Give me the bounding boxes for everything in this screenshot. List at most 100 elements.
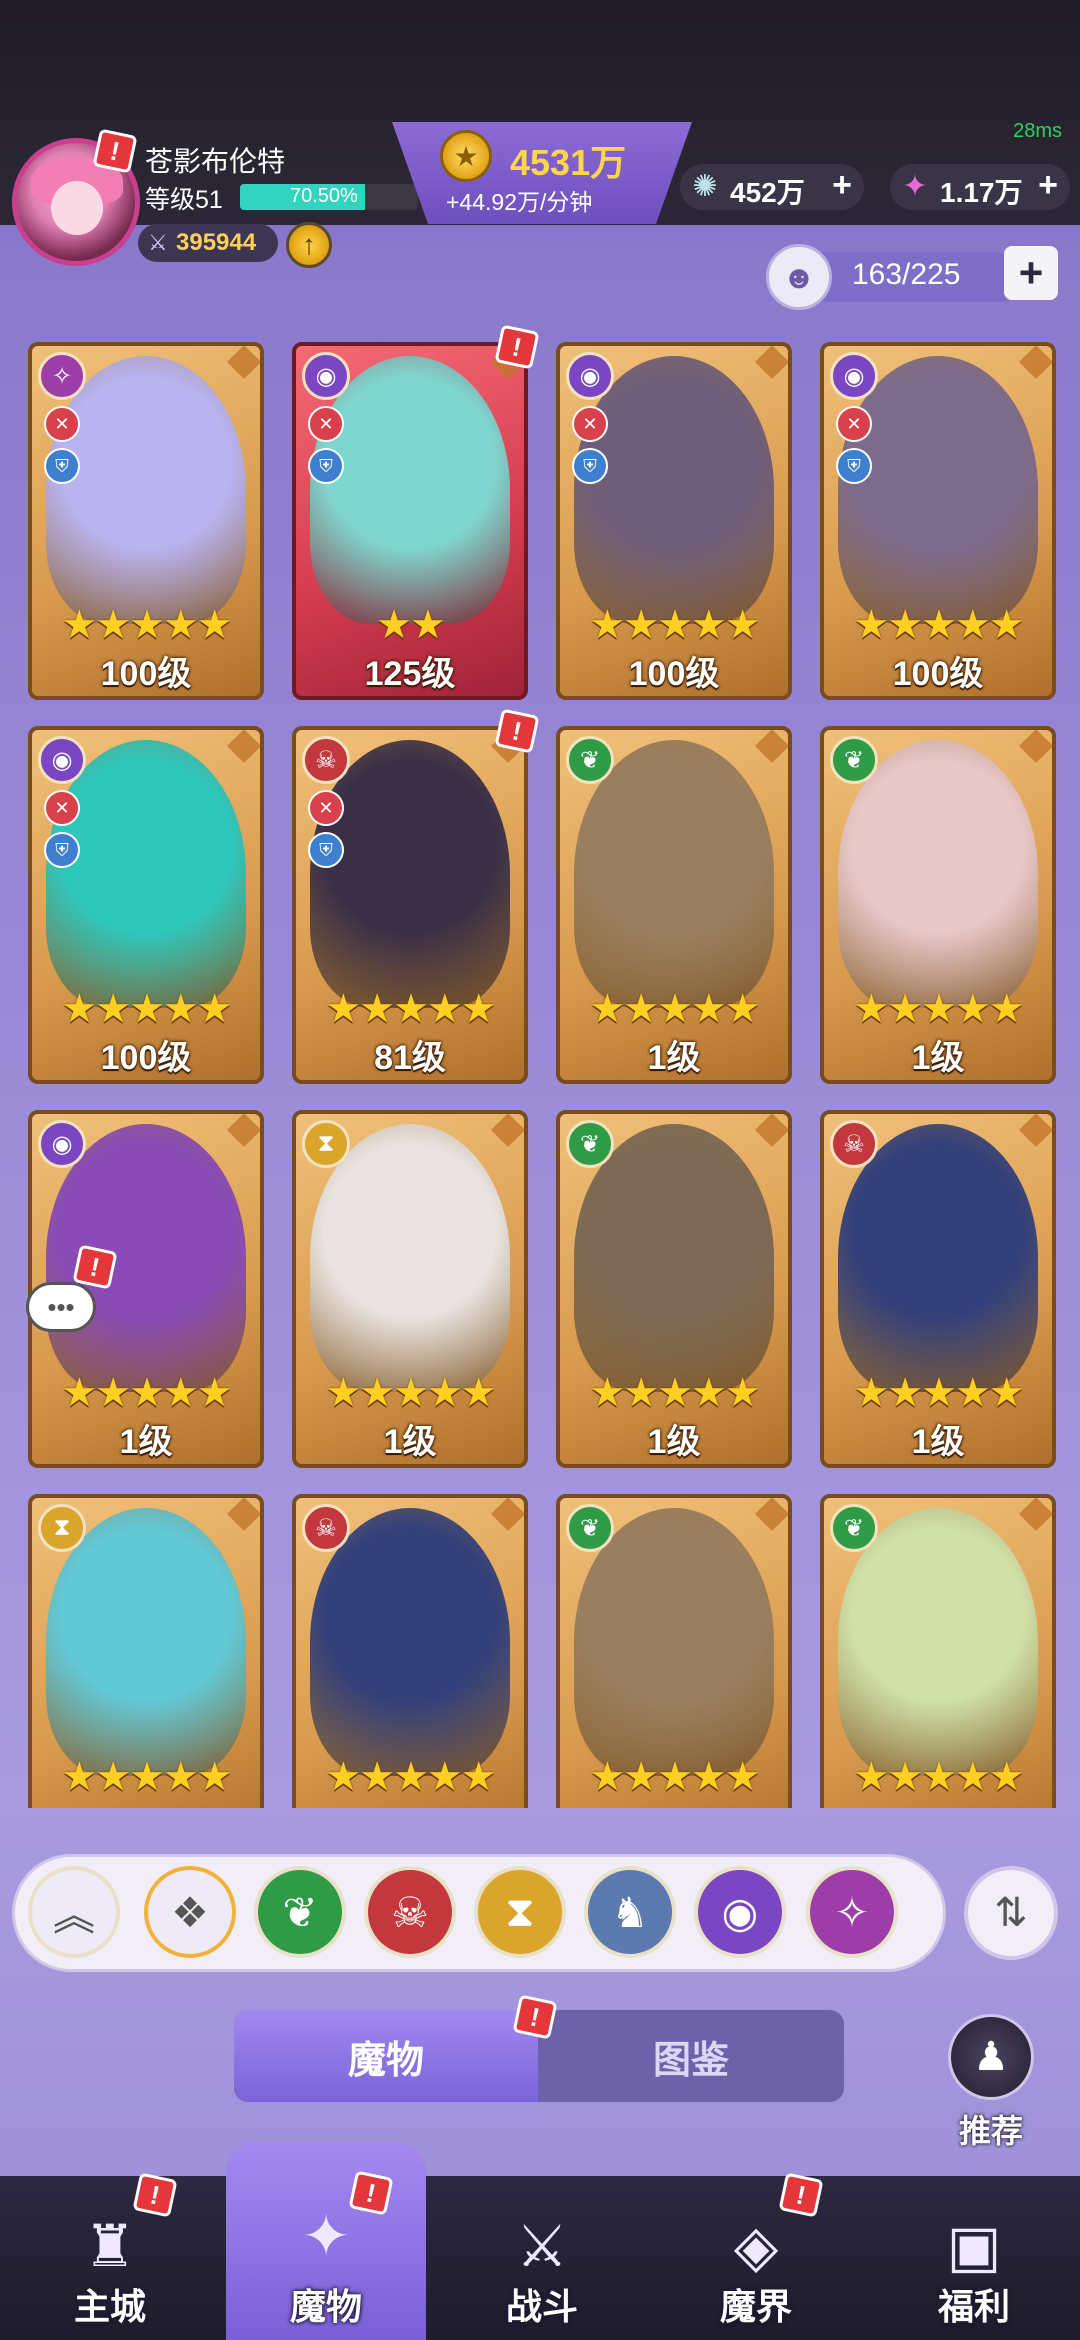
star-rating: ★★ (376, 603, 446, 647)
attack-role-icon: ✕ (308, 406, 344, 442)
star-rating: ★★★★★ (325, 1371, 496, 1415)
eye-element-icon: ◉ (830, 352, 878, 400)
monster-level: 100级 (100, 1039, 192, 1077)
monster-card[interactable]: ◉ ✕ ⛨ ★★★★★ 100级 (820, 342, 1056, 700)
eye-element-icon: ◉ (38, 736, 86, 784)
capacity-text: 163/225 (852, 258, 961, 291)
monster-card[interactable]: ❦ ★★★★★ 1级 (820, 726, 1056, 1084)
collapse-filter-button[interactable]: ︽ (28, 1866, 120, 1958)
leaf-element-icon: ❦ (566, 1120, 614, 1168)
card-alert-icon: ! (494, 324, 540, 370)
defense-role-icon: ⛨ (308, 448, 344, 484)
leaf-filter-button[interactable]: ❦ (254, 1866, 346, 1958)
monster-level: 100级 (892, 655, 984, 693)
nav-item-5[interactable]: ▣ 福利 (874, 2176, 1074, 2340)
leaf-element-icon: ❦ (830, 736, 878, 784)
spark-element-icon: ✧ (38, 352, 86, 400)
monster-portrait (46, 356, 246, 624)
card-corner-ornament (755, 1114, 788, 1147)
monster-card[interactable]: ❦ ★★★★★ 1级 (556, 726, 792, 1084)
card-alert-icon: ! (494, 708, 540, 754)
nav-alert-icon: ! (778, 2172, 824, 2218)
demon-element-icon: ☠ (830, 1120, 878, 1168)
gem-add-button[interactable]: + (832, 166, 852, 205)
tab-codex[interactable]: 图鉴 (538, 2010, 844, 2102)
monster-level: 100级 (100, 655, 192, 693)
monster-portrait (574, 1508, 774, 1776)
defense-role-icon: ⛨ (572, 448, 608, 484)
eye-element-icon: ◉ (38, 1120, 86, 1168)
chat-bubble-icon[interactable]: ••• (26, 1282, 96, 1332)
monster-level: 1级 (911, 1039, 965, 1077)
spark-filter-button[interactable]: ✧ (806, 1866, 898, 1958)
nav-item-2[interactable]: ✦ 魔物! (226, 2142, 426, 2340)
star-rating: ★★★★★ (61, 1371, 232, 1415)
defense-role-icon: ⛨ (44, 448, 80, 484)
card-corner-ornament (227, 730, 260, 763)
star-rating: ★★★★★ (61, 1755, 232, 1799)
monster-level: 1级 (911, 1423, 965, 1461)
nav-label: 战斗 (505, 2286, 578, 2327)
star-currency: ✦ 1.17万 + (890, 164, 1070, 210)
star-rating: ★★★★★ (61, 603, 232, 647)
monster-card[interactable]: ⧗ ★★★★★ 1级 (292, 1110, 528, 1468)
attack-role-icon: ✕ (44, 790, 80, 826)
card-corner-ornament (491, 1114, 524, 1147)
gem-currency: ✺ 452万 + (680, 164, 864, 210)
star-rating: ★★★★★ (589, 1755, 760, 1799)
card-corner-ornament (491, 1498, 524, 1531)
sort-button[interactable]: ⇅ (964, 1866, 1058, 1960)
player-level: 等级51 (145, 186, 223, 214)
nav-alert-icon: ! (132, 2172, 178, 2218)
monster-card[interactable]: ❦ ★★★★★ (820, 1494, 1056, 1808)
gold-coin-icon: ★ (440, 130, 492, 182)
monster-card[interactable]: ☠ ★★★★★ (292, 1494, 528, 1808)
monster-portrait (574, 740, 774, 1008)
avatar-alert-icon: ! (92, 128, 138, 174)
monster-card[interactable]: ☠ ✕ ⛨ ★★★★★ 81级 (292, 726, 528, 1084)
nav-label: 主城 (73, 2286, 146, 2327)
eye-element-icon: ◉ (302, 352, 350, 400)
nav-item-4[interactable]: ◈ 魔界! (656, 2172, 856, 2340)
recommend-label[interactable]: 推荐 (948, 2106, 1034, 2152)
eye-filter-button[interactable]: ◉ (694, 1866, 786, 1958)
all-filter-button[interactable]: ❖ (144, 1866, 236, 1958)
nav-item-1[interactable]: ♜ 主城! (10, 2172, 210, 2340)
hourglass-filter-button[interactable]: ⧗ (474, 1866, 566, 1958)
monster-level: 1级 (647, 1039, 701, 1077)
card-corner-ornament (227, 346, 260, 379)
attack-role-icon: ✕ (836, 406, 872, 442)
monster-level: 81级 (374, 1039, 446, 1077)
demon-filter-button[interactable]: ☠ (364, 1866, 456, 1958)
star-rating: ★★★★★ (325, 987, 496, 1031)
star-add-button[interactable]: + (1038, 166, 1058, 205)
monster-portrait (574, 1124, 774, 1392)
star-rating: ★★★★★ (853, 1755, 1024, 1799)
star-amount: 1.17万 (940, 177, 1023, 208)
monster-card[interactable]: ◉ ✕ ⛨ ★★★★★ 100级 (28, 726, 264, 1084)
monster-card[interactable]: ◉ ✕ ⛨ ★★★★★ 100级 (556, 342, 792, 700)
attack-role-icon: ✕ (308, 790, 344, 826)
monster-card[interactable]: ☠ ★★★★★ 1级 (820, 1110, 1056, 1468)
gem-amount: 452万 (730, 177, 805, 208)
nav-item-3[interactable]: ⚔ 战斗 (442, 2176, 642, 2340)
gem-icon: ✺ (692, 169, 718, 203)
card-corner-ornament (755, 346, 788, 379)
power-upgrade-button[interactable]: ↑ (286, 222, 332, 268)
monster-portrait (310, 740, 510, 1008)
monster-card[interactable]: ⧗ ★★★★★ (28, 1494, 264, 1808)
monster-card[interactable]: ✧ ✕ ⛨ ★★★★★ 100级 (28, 342, 264, 700)
card-corner-ornament (1019, 346, 1052, 379)
monster-card[interactable]: ◉ ✕ ⛨ ★★ 125级 (292, 342, 528, 700)
capacity-add-button[interactable]: + (1004, 246, 1058, 300)
dragon-filter-button[interactable]: ♞ (584, 1866, 676, 1958)
monster-card[interactable]: ❦ ★★★★★ 1级 (556, 1110, 792, 1468)
hourglass-element-icon: ⧗ (38, 1504, 86, 1552)
monster-card[interactable]: ❦ ★★★★★ (556, 1494, 792, 1808)
star-rating: ★★★★★ (589, 603, 760, 647)
monster-portrait (310, 1124, 510, 1392)
recommend-icon[interactable]: ♟ (948, 2014, 1034, 2100)
card-corner-ornament (1019, 1114, 1052, 1147)
hourglass-element-icon: ⧗ (302, 1120, 350, 1168)
tab-monsters[interactable]: 魔物 (234, 2010, 538, 2102)
